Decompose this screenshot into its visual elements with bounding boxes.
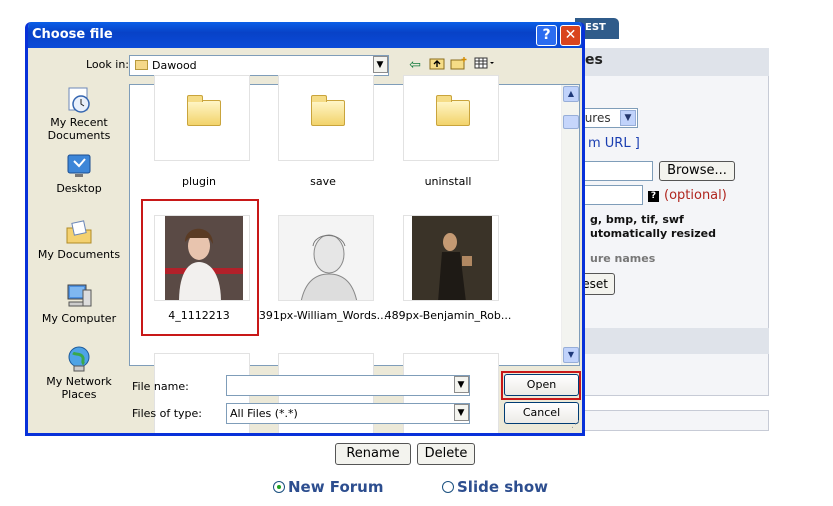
bottom-bar — [575, 410, 769, 431]
item-label: save — [310, 175, 336, 188]
files-of-type-select[interactable]: All Files (*.*) ▼ — [226, 403, 470, 424]
help-button[interactable]: ? — [536, 25, 557, 46]
network-places-icon — [65, 345, 93, 373]
radio-slide-show[interactable]: Slide show — [442, 478, 548, 496]
look-in-label: Look in: — [86, 58, 129, 71]
look-in-combo[interactable]: Dawood ▼ — [129, 55, 389, 76]
place-my-network-places[interactable]: My Network Places — [34, 345, 124, 401]
image-thumbnail — [278, 215, 374, 301]
chevron-down-icon[interactable]: ▼ — [620, 110, 636, 126]
item-label: 391px-William_Words... — [258, 309, 388, 322]
new-folder-icon[interactable] — [449, 56, 469, 74]
place-label: My Documents — [37, 248, 121, 261]
radio-unselected-icon[interactable] — [442, 481, 454, 493]
caption-input[interactable] — [575, 185, 643, 205]
files-of-type-label: Files of type: — [132, 407, 203, 420]
place-label: Desktop — [56, 182, 102, 195]
dialog-title: Choose file — [32, 27, 113, 42]
chevron-down-icon[interactable]: ▼ — [452, 404, 469, 423]
item-label: 489px-Benjamin_Rob... — [384, 309, 512, 322]
look-in-value: Dawood — [152, 59, 197, 72]
place-my-documents[interactable]: My Documents — [34, 218, 124, 261]
place-my-recent-documents[interactable]: My Recent Documents — [34, 86, 124, 142]
item-label: uninstall — [424, 175, 472, 188]
browse-button[interactable]: Browse... — [659, 161, 735, 181]
help-icon[interactable]: ? — [648, 191, 659, 202]
cancel-button[interactable]: Cancel — [504, 402, 579, 424]
place-label: My Network Places — [46, 375, 112, 401]
chevron-down-icon[interactable]: ▼ — [371, 56, 388, 75]
scroll-up-icon[interactable]: ▲ — [563, 86, 579, 102]
resize-grip-icon[interactable]: ⋰ — [571, 420, 581, 430]
folder-icon — [436, 95, 470, 126]
file-name-input[interactable]: ▼ — [226, 375, 470, 396]
radio-selected-icon[interactable] — [273, 481, 285, 493]
place-my-computer[interactable]: My Computer — [34, 282, 124, 325]
radio-slide-show-label: Slide show — [457, 478, 548, 496]
recent-documents-icon — [65, 86, 93, 114]
desktop-icon — [65, 152, 93, 180]
open-button[interactable]: Open — [504, 374, 579, 396]
choose-file-dialog: Choose file ? ✕ Look in: Dawood ▼ ⇦ My R… — [25, 22, 585, 436]
file-name-label: File name: — [132, 380, 189, 393]
image-thumbnail — [403, 215, 499, 301]
allowed-formats-text: g, bmp, tif, swf utomatically resized — [590, 213, 716, 241]
radio-new-forum-label: New Forum — [288, 478, 384, 496]
formats-line-1: g, bmp, tif, swf — [590, 213, 684, 226]
vertical-scrollbar[interactable]: ▲ ▼ — [561, 85, 579, 365]
folder-thumbnail — [403, 75, 499, 161]
picture-names-label: ure names — [590, 252, 656, 265]
selection-highlight — [141, 199, 259, 336]
upload-file-input[interactable] — [575, 161, 653, 181]
folder-thumbnail — [278, 75, 374, 161]
dialog-title-bar[interactable]: Choose file — [28, 22, 582, 48]
chevron-down-icon[interactable]: ▼ — [452, 376, 469, 395]
optional-label: (optional) — [664, 188, 727, 203]
panel-band — [575, 328, 769, 354]
delete-button[interactable]: Delete — [417, 443, 475, 465]
my-documents-icon — [65, 218, 93, 246]
formats-line-2: utomatically resized — [590, 227, 716, 240]
folder-icon — [187, 95, 221, 126]
close-button[interactable]: ✕ — [560, 25, 581, 46]
views-menu-icon[interactable] — [473, 56, 497, 74]
folder-icon — [135, 60, 148, 70]
scroll-down-icon[interactable]: ▼ — [563, 347, 579, 363]
folder-icon — [311, 95, 345, 126]
place-desktop[interactable]: Desktop — [34, 152, 124, 195]
place-label: My Recent Documents — [47, 116, 111, 142]
from-url-link[interactable]: m URL ] — [588, 136, 640, 151]
files-of-type-value: All Files (*.*) — [230, 407, 298, 420]
panel-title: es — [575, 48, 769, 76]
up-folder-icon[interactable] — [427, 56, 447, 74]
back-icon[interactable]: ⇦ — [405, 56, 425, 74]
my-computer-icon — [65, 282, 93, 310]
radio-new-forum[interactable]: New Forum — [273, 478, 383, 496]
scroll-thumb[interactable] — [563, 115, 579, 129]
file-list-view[interactable]: plugin save uninstall 4_1112213 391px-Wi… — [129, 75, 580, 433]
folder-thumbnail — [154, 75, 250, 161]
item-label: plugin — [181, 175, 217, 188]
rename-button[interactable]: Rename — [335, 443, 411, 465]
place-label: My Computer — [41, 312, 117, 325]
